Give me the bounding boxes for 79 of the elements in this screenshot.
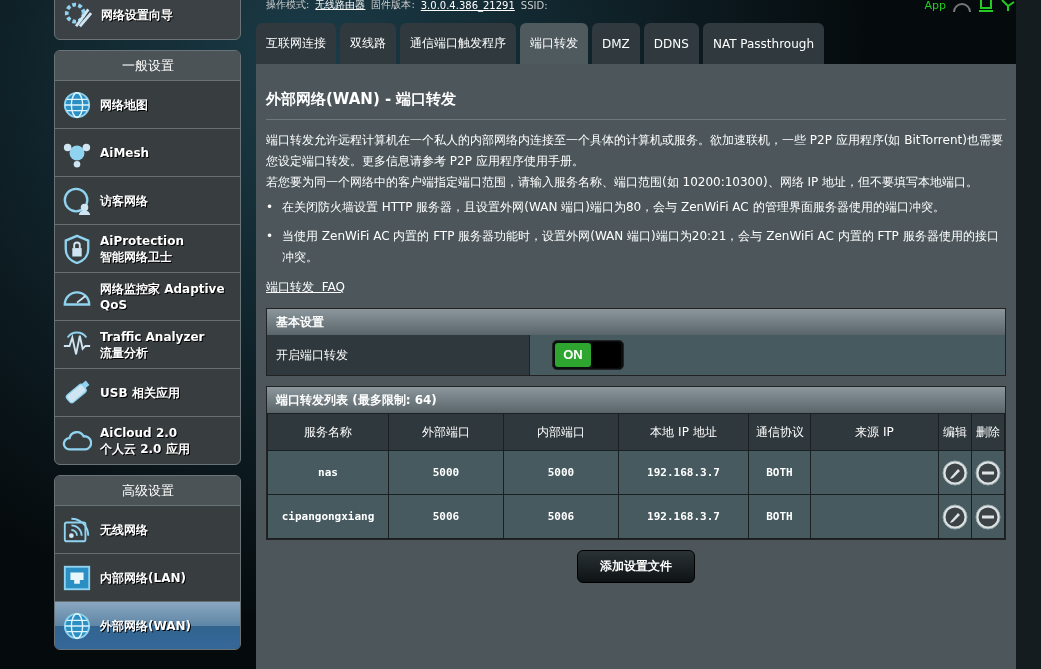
bullet-mark: •: [266, 228, 275, 245]
tab[interactable]: DDNS: [643, 23, 699, 64]
globe-icon: [62, 610, 92, 641]
wizard-item[interactable]: 网络设置向导: [54, 0, 241, 40]
connection-icon[interactable]: [1000, 0, 1016, 12]
sidebar-item[interactable]: AiMesh: [55, 129, 240, 177]
menu-label: 网络监控家 Adaptive QoS: [100, 280, 226, 313]
menu-label: 内部网络(LAN): [100, 569, 186, 586]
column-header: 来源 IP: [810, 413, 939, 451]
menu-label: 访客网络: [100, 192, 148, 209]
note-text: 当使用 ZenWiFi AC 内置的 FTP 服务器功能时，设置外网(WAN 端口)端口为20:21，会与 ZenWiFi AC 内置的 FTP 服务器使用的接口冲突。: [282, 228, 1000, 266]
section-header: 端口转发列表 (最多限制: 64): [267, 387, 1005, 413]
tab[interactable]: NAT Passthrough: [702, 23, 824, 64]
menu-label: 网络地图: [100, 96, 148, 113]
sidebar-item[interactable]: 无线网络: [55, 506, 240, 554]
status-label: 固件版本:: [371, 0, 415, 12]
sidebar-item[interactable]: AiProtection 智能网络卫士: [55, 225, 240, 273]
table-cell: 5006: [388, 494, 504, 539]
status-link[interactable]: 无线路由器: [315, 0, 366, 12]
add-profile-button[interactable]: 添加设置文件: [577, 550, 695, 583]
tab[interactable]: 双线路: [340, 23, 396, 64]
usb-status-icon[interactable]: [978, 0, 994, 12]
globe-icon: [62, 89, 92, 120]
tab[interactable]: 通信端口触发程序: [400, 23, 516, 64]
faq-link[interactable]: 端口转发 FAQ: [266, 280, 345, 294]
description-text: 若您要为同一个网络中的客户端指定端口范围，请输入服务名称、端口范围(如 10200:10300)、网络 IP 地址，但不要填写本地端口。: [266, 174, 979, 191]
menu-label: 外部网络(WAN): [100, 617, 191, 634]
column-header: 通信协议: [748, 413, 811, 451]
tab[interactable]: 端口转发: [520, 23, 588, 64]
table-cell: 192.168.3.7: [618, 450, 749, 495]
bullet-mark: •: [266, 199, 275, 216]
description-text: 端口转发允许远程计算机在一个私人的内部网络内连接至一个具体的计算机或服务。欲加速联机，一些 P2P 应用程序(如 BitTorrent)也需要您设定端口转发。更多信息请参考 P2P 应用程序使用手册。: [266, 132, 1004, 170]
remove-icon[interactable]: [975, 503, 1001, 530]
menu-label: 无线网络: [100, 521, 148, 538]
table-cell: 192.168.3.7: [618, 494, 749, 539]
sidebar-item[interactable]: 访客网络: [55, 177, 240, 225]
sidebar-item[interactable]: 外部网络(WAN): [55, 602, 240, 649]
tab[interactable]: DMZ: [592, 23, 640, 64]
sidebar-item[interactable]: USB 相关应用: [55, 369, 240, 417]
status-link[interactable]: 3.0.0.4.386_21291: [420, 0, 515, 11]
remove-icon[interactable]: [975, 459, 1001, 486]
column-header: 编辑: [938, 413, 972, 451]
app-link[interactable]: App: [924, 0, 946, 12]
section-header: 基本设置: [267, 309, 1005, 335]
menu-label: AiMesh: [100, 144, 150, 161]
menu-label: Traffic Analyzer 流量分析: [100, 328, 205, 361]
menu-label: AiProtection 智能网络卫士: [100, 232, 184, 265]
column-header: 内部端口: [503, 413, 619, 451]
edit-icon[interactable]: [942, 503, 968, 530]
edit-icon[interactable]: [942, 459, 968, 486]
column-header: 本地 IP 地址: [618, 413, 749, 451]
page-title: 外部网络(WAN) - 端口转发: [266, 90, 458, 109]
user-icon[interactable]: [952, 0, 972, 12]
menu-label: AiCloud 2.0 个人云 2.0 应用: [100, 424, 190, 457]
status-label: 操作模式:: [266, 0, 310, 12]
gear-wrench-icon: [63, 0, 93, 30]
section-header: 高级设置: [55, 476, 240, 506]
note-text: 在关闭防火墙设置 HTTP 服务器，且设置外网(WAN 端口)端口为80，会与 ZenWiFi AC 的管理界面服务器使用的端口冲突。: [282, 199, 946, 216]
column-header: 外部端口: [388, 413, 504, 451]
sidebar-item[interactable]: 网络监控家 Adaptive QoS: [55, 273, 240, 321]
table-cell: 5000: [503, 450, 619, 495]
guest-network-icon: [62, 185, 92, 216]
column-header: 删除: [971, 413, 1005, 451]
column-header: 服务名称: [267, 413, 389, 451]
sidebar-item[interactable]: 网络地图: [55, 81, 240, 129]
table-cell: BOTH: [748, 494, 811, 539]
table-cell: BOTH: [748, 450, 811, 495]
tab[interactable]: 互联网连接: [256, 23, 336, 64]
table-cell: cipangongxiang: [267, 494, 389, 539]
shield-lock-icon: [62, 233, 92, 264]
menu-label: USB 相关应用: [100, 384, 180, 401]
status-label: SSID:: [520, 0, 548, 11]
setting-label: 开启端口转发: [267, 335, 530, 375]
sidebar-item[interactable]: AiCloud 2.0 个人云 2.0 应用: [55, 417, 240, 464]
table-cell: 5000: [388, 450, 504, 495]
table-cell: 5006: [503, 494, 619, 539]
sidebar-item[interactable]: Traffic Analyzer 流量分析: [55, 321, 240, 369]
table-cell: nas: [267, 450, 389, 495]
section-header: 一般设置: [55, 51, 240, 81]
